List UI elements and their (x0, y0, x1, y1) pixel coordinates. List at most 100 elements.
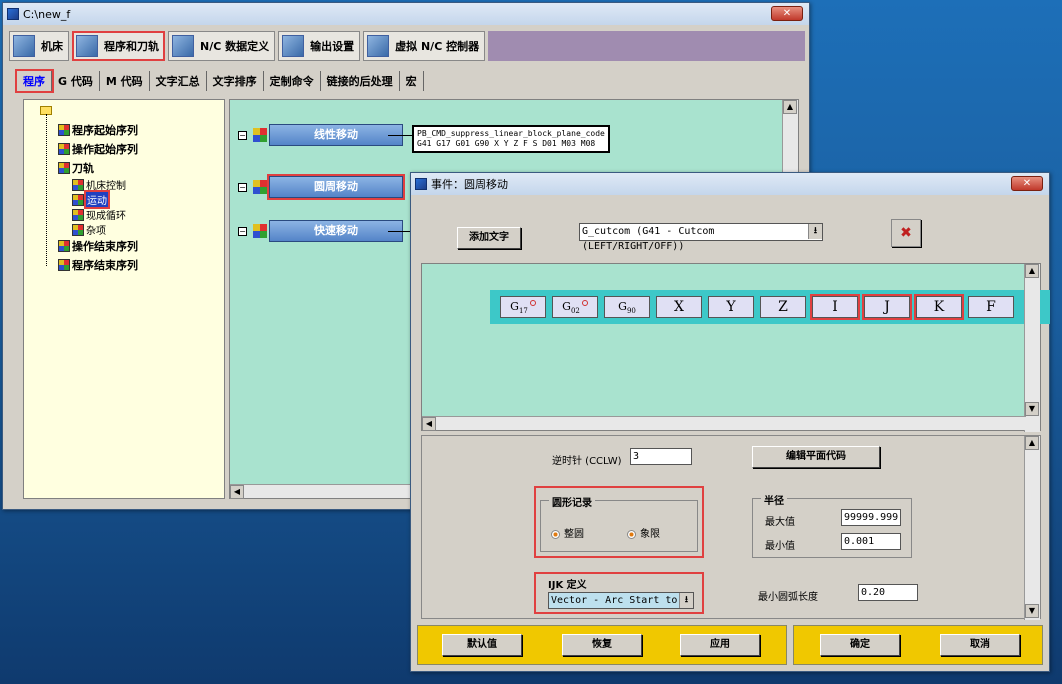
gcode-button[interactable]: K (914, 294, 964, 320)
tree-item-motion[interactable]: 运动 (72, 190, 110, 209)
gcode-button[interactable]: Z (760, 296, 806, 318)
subtab-m-code[interactable]: M 代码 (100, 71, 150, 91)
linear-move-button[interactable]: 线性移动 (269, 124, 403, 146)
subtab-linked-post[interactable]: 链接的后处理 (321, 71, 400, 91)
radius-max-field[interactable]: 99999.999 (841, 509, 901, 526)
cutcom-select[interactable]: G_cutcom (G41 - Cutcom (LEFT/RIGHT/OFF))… (579, 223, 823, 252)
tab-virtual-nc[interactable]: 虚拟 N/C 控制器 (363, 31, 486, 61)
machine-icon (13, 35, 35, 57)
apply-button[interactable]: 应用 (680, 634, 760, 656)
scroll-left-icon[interactable]: ◀ (230, 485, 244, 499)
event-icon (253, 128, 267, 142)
ccw-label: 逆时针 (CCLW) (552, 456, 622, 467)
add-text-button[interactable]: 添加文字 (457, 227, 521, 249)
close-button[interactable]: ✕ (771, 6, 803, 21)
circular-move-button[interactable]: 圆周移动 (267, 174, 405, 200)
scroll-up-icon[interactable]: ▲ (783, 100, 797, 114)
linear-code-box: PB_CMD_suppress_linear_block_plane_code G… (412, 125, 610, 153)
rapid-move-button[interactable]: 快速移动 (269, 220, 403, 242)
tab-program-toolpath[interactable]: 程序和刀轨 (72, 31, 165, 61)
dropdown-arrow-icon[interactable]: ⭳ (679, 593, 693, 608)
subtab-word-sequence[interactable]: 文字排序 (207, 71, 264, 91)
full-circle-radio[interactable]: 整圆 (551, 525, 584, 540)
event-icon (253, 180, 267, 194)
tab-nc-data[interactable]: N/C 数据定义 (168, 31, 276, 61)
sequence-icon (72, 178, 84, 191)
subtab-program[interactable]: 程序 (15, 69, 54, 93)
code-vscroll[interactable]: ▲ ▼ (1024, 264, 1040, 432)
tree-item-operation-end[interactable]: 操作结束序列 (58, 238, 138, 254)
min-arc-label: 最小圆弧长度 (758, 592, 818, 603)
tab-output-settings[interactable]: 输出设置 (278, 31, 361, 61)
sequence-icon (72, 193, 84, 206)
gcode-button[interactable]: G02 (552, 296, 598, 318)
subtab-word-summary[interactable]: 文字汇总 (150, 71, 207, 91)
radius-min-field[interactable]: 0.001 (841, 533, 901, 550)
ok-button[interactable]: 确定 (820, 634, 900, 656)
tree-item-misc[interactable]: 杂项 (72, 222, 106, 237)
block-rapid-move[interactable]: − 快速移动 (238, 220, 403, 242)
tree-item-operation-start[interactable]: 操作起始序列 (58, 141, 138, 157)
subtab-g-code[interactable]: G 代码 (52, 71, 100, 91)
tree-item-program-start[interactable]: 程序起始序列 (58, 122, 138, 138)
radius-min-label: 最小值 (765, 541, 795, 552)
printer-icon (282, 35, 305, 57)
modal-dot-icon (581, 300, 588, 306)
main-tabs: 机床 程序和刀轨 N/C 数据定义 输出设置 虚拟 N/C 控制器 (9, 31, 805, 61)
app-icon (7, 8, 19, 20)
radius-max-label: 最大值 (765, 517, 795, 528)
gcode-button[interactable]: Y (708, 296, 754, 318)
collapse-icon[interactable]: − (238, 226, 247, 236)
collapse-icon[interactable]: − (238, 130, 247, 140)
action-bar-left: 默认值 恢复 应用 (417, 625, 787, 665)
scroll-down-icon[interactable]: ▼ (1025, 604, 1039, 618)
tab-machine[interactable]: 机床 (9, 31, 69, 61)
event-dialog: 事件：圆周移动 ✕ 添加文字 G_cutcom (G41 - Cutcom (L… (410, 172, 1050, 672)
gcode-button[interactable]: G17 (500, 296, 546, 318)
quadrant-radio[interactable]: 象限 (627, 525, 660, 540)
min-arc-field[interactable]: 0.20 (858, 584, 918, 601)
dialog-close-button[interactable]: ✕ (1011, 176, 1043, 191)
block-circular-move[interactable]: − 圆周移动 (238, 174, 405, 200)
scroll-left-icon[interactable]: ◀ (422, 417, 436, 431)
gcode-button[interactable]: F (968, 296, 1014, 318)
scroll-down-icon[interactable]: ▼ (1025, 402, 1039, 416)
radio-icon (551, 529, 560, 539)
dropdown-arrow-icon[interactable]: ⭳ (808, 224, 822, 239)
edit-plane-code-button[interactable]: 编辑平面代码 (752, 446, 880, 468)
subtab-custom-command[interactable]: 定制命令 (264, 71, 321, 91)
tree-item-toolpath[interactable]: 刀轨 (58, 160, 94, 176)
settings-vscroll[interactable]: ▲ ▼ (1024, 436, 1040, 620)
gcode-button[interactable]: G90 (604, 296, 650, 318)
nc-data-icon (172, 35, 194, 57)
ijk-select[interactable]: Vector - Arc Start to ⭳ (548, 592, 694, 609)
tree-item-canned-cycle[interactable]: 现成循环 (72, 207, 126, 222)
restore-button[interactable]: 恢复 (562, 634, 642, 656)
dialog-code-area: ▲ ▼ ◀ G17 G02 G90 X Y Z I J K F (421, 263, 1050, 432)
tab-fill (488, 31, 805, 61)
cancel-button[interactable]: 取消 (940, 634, 1020, 656)
sequence-icon (58, 240, 70, 252)
gcode-button[interactable]: X (656, 296, 702, 318)
block-linear-move[interactable]: − 线性移动 (238, 124, 403, 146)
canvas-hscroll[interactable]: ◀ (230, 484, 410, 499)
sequence-icon (58, 162, 70, 174)
ccw-field[interactable]: 3 (630, 448, 692, 465)
modal-dot-icon (529, 300, 536, 306)
default-button[interactable]: 默认值 (442, 634, 522, 656)
scroll-up-icon[interactable]: ▲ (1025, 436, 1039, 450)
ijk-title: IJK 定义 (548, 580, 587, 591)
tree-item-machine-control[interactable]: 机床控制 (72, 177, 126, 192)
code-hscroll[interactable]: ◀ (422, 416, 1026, 431)
sequence-icon (58, 259, 70, 271)
subtab-macro[interactable]: 宏 (400, 71, 424, 91)
trash-icon[interactable]: ✖ (891, 219, 921, 247)
main-window-title: C:\new_f (23, 7, 71, 21)
collapse-icon[interactable]: − (238, 182, 247, 192)
gcode-button[interactable]: I (810, 294, 860, 320)
scroll-up-icon[interactable]: ▲ (1025, 264, 1039, 278)
gcode-button[interactable]: J (862, 294, 912, 320)
tree-item-program-end[interactable]: 程序结束序列 (58, 257, 138, 273)
sequence-icon (72, 208, 84, 221)
program-icon (76, 35, 98, 57)
